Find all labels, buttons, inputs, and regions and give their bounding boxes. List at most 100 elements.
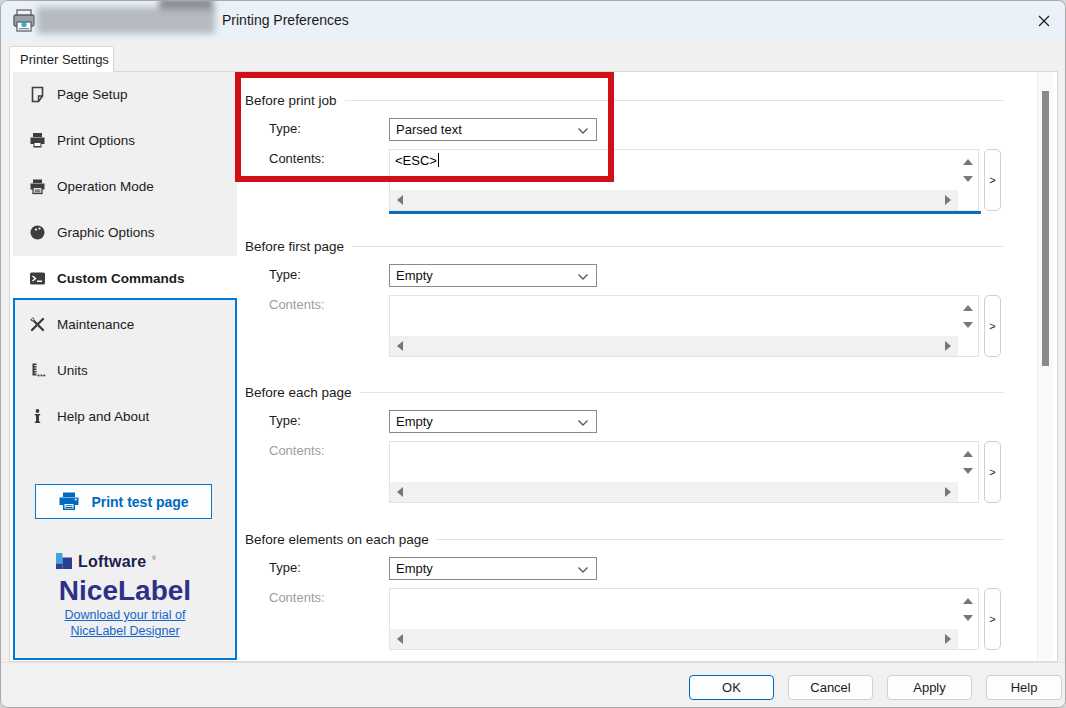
download-trial-link-line2[interactable]: NiceLabel Designer: [13, 624, 237, 638]
contents-field[interactable]: [389, 295, 979, 357]
type-value: Empty: [396, 414, 433, 429]
tab-label: Printer Settings: [20, 52, 109, 67]
sidebar-item-label: Maintenance: [57, 317, 134, 332]
sidebar-item-graphic-options[interactable]: Graphic Options: [13, 209, 237, 255]
scroll-left-icon[interactable]: [397, 634, 403, 644]
scroll-up-icon[interactable]: [963, 305, 973, 311]
cancel-button[interactable]: Cancel: [788, 675, 873, 700]
printing-preferences-window: Printing Preferences Printer Settings Pa…: [0, 0, 1066, 708]
registered-mark: ®: [152, 555, 156, 561]
scroll-right-icon[interactable]: [945, 195, 951, 205]
help-label: Help: [1011, 680, 1038, 695]
sidebar-item-print-options[interactable]: Print Options: [13, 117, 237, 163]
loftware-label: Loftware: [78, 553, 146, 571]
contents-field[interactable]: [389, 441, 979, 503]
expand-button[interactable]: >: [984, 588, 1001, 650]
group-line: [352, 246, 1004, 247]
contents-field[interactable]: <ESC>: [389, 149, 979, 211]
vertical-scroll-arrows: [958, 150, 978, 190]
chevron-down-icon: [577, 273, 589, 281]
contents-label: Contents:: [269, 151, 325, 166]
ruler-icon: [29, 362, 46, 379]
contents-label: Contents:: [269, 443, 325, 458]
expand-label: >: [989, 174, 995, 186]
type-label: Type:: [269, 560, 301, 575]
scroll-up-icon[interactable]: [963, 451, 973, 457]
close-icon[interactable]: [1031, 10, 1057, 32]
scroll-right-icon[interactable]: [945, 341, 951, 351]
section-title: Before print job: [245, 93, 337, 108]
tab-printer-settings[interactable]: Printer Settings: [9, 46, 114, 72]
sidebar-item-page-setup[interactable]: Page Setup: [13, 71, 237, 117]
sidebar-item-label: Graphic Options: [57, 225, 155, 240]
type-value: Empty: [396, 268, 433, 283]
printer-icon: [13, 9, 35, 33]
type-value: Parsed text: [396, 122, 462, 137]
apply-button[interactable]: Apply: [887, 675, 972, 700]
vertical-scroll-arrows: [958, 442, 978, 482]
scroll-right-icon[interactable]: [945, 634, 951, 644]
group-line: [345, 100, 1004, 101]
horizontal-scrollbar[interactable]: [390, 336, 958, 356]
ok-label: OK: [722, 680, 741, 695]
expand-label: >: [989, 320, 995, 332]
chevron-down-icon: [577, 419, 589, 427]
contents-field[interactable]: [389, 588, 979, 650]
type-dropdown[interactable]: Empty: [389, 264, 597, 287]
section-title: Before elements on each page: [245, 532, 429, 547]
scroll-down-icon[interactable]: [963, 615, 973, 621]
ok-button[interactable]: OK: [689, 675, 774, 700]
horizontal-scrollbar[interactable]: [390, 482, 958, 502]
group-line: [360, 392, 1004, 393]
sidebar-item-label: Page Setup: [57, 87, 128, 102]
help-button[interactable]: Help: [986, 675, 1062, 700]
sidebar-item-label: Print Options: [57, 133, 135, 148]
sidebar-item-label: Operation Mode: [57, 179, 154, 194]
scroll-up-icon[interactable]: [963, 598, 973, 604]
scroll-left-icon[interactable]: [397, 195, 403, 205]
type-dropdown[interactable]: Empty: [389, 557, 597, 580]
print-test-page-button[interactable]: Print test page: [35, 484, 212, 519]
scroll-left-icon[interactable]: [397, 487, 403, 497]
section-title: Before each page: [245, 385, 352, 400]
scrollbar-thumb[interactable]: [1042, 91, 1049, 366]
scroll-right-icon[interactable]: [945, 487, 951, 497]
type-dropdown[interactable]: Parsed text: [389, 118, 597, 141]
scroll-left-icon[interactable]: [397, 341, 403, 351]
print-test-page-label: Print test page: [91, 494, 188, 510]
expand-label: >: [989, 466, 995, 478]
horizontal-scrollbar[interactable]: [390, 190, 958, 210]
type-value: Empty: [396, 561, 433, 576]
scroll-down-icon[interactable]: [963, 322, 973, 328]
horizontal-scrollbar[interactable]: [390, 629, 958, 649]
sidebar-item-units[interactable]: Units: [13, 347, 237, 393]
expand-button[interactable]: >: [984, 441, 1001, 503]
sidebar-item-operation-mode[interactable]: Operation Mode: [13, 163, 237, 209]
scroll-down-icon[interactable]: [963, 468, 973, 474]
download-trial-link-line1[interactable]: Download your trial of: [13, 608, 237, 622]
scroll-up-icon[interactable]: [963, 159, 973, 165]
chevron-down-icon: [577, 566, 589, 574]
sidebar-item-label: Units: [57, 363, 88, 378]
loftware-logo: Loftware ®: [13, 553, 237, 571]
redaction-smudge: [159, 0, 213, 10]
type-label: Type:: [269, 267, 301, 282]
page-icon: [29, 86, 46, 103]
contents-label: Contents:: [269, 297, 325, 312]
printer-mode-icon: [29, 178, 46, 195]
sidebar-item-maintenance[interactable]: Maintenance: [13, 301, 237, 347]
expand-label: >: [989, 613, 995, 625]
expand-button[interactable]: >: [984, 295, 1001, 357]
printer-icon: [58, 492, 80, 511]
type-dropdown[interactable]: Empty: [389, 410, 597, 433]
group-line: [437, 539, 1004, 540]
contents-value: <ESC>: [395, 153, 437, 168]
page-scrollbar[interactable]: [1037, 72, 1053, 660]
tools-icon: [29, 316, 46, 333]
expand-button[interactable]: >: [984, 149, 1001, 211]
scroll-down-icon[interactable]: [963, 176, 973, 182]
info-icon: [29, 408, 46, 425]
sidebar-item-custom-commands[interactable]: Custom Commands: [13, 255, 237, 301]
sidebar-item-help-and-about[interactable]: Help and About: [13, 393, 237, 439]
contents-label: Contents:: [269, 590, 325, 605]
